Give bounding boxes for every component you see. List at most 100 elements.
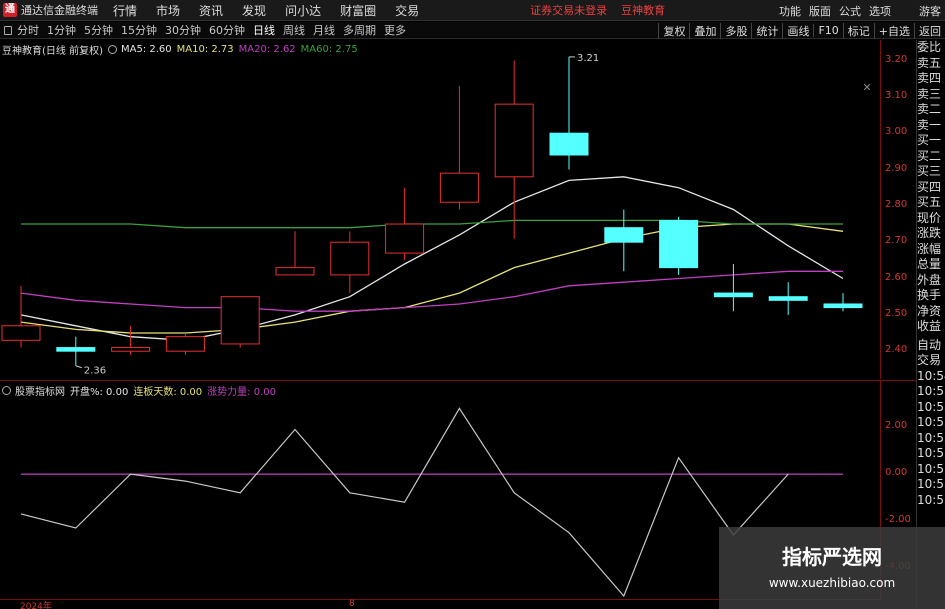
settings-circle-icon[interactable] [107,45,117,54]
menu-item-discover[interactable]: 发现 [242,2,266,19]
candle [604,209,644,272]
side-column-item: 卖五 [917,55,942,70]
menu-item-wealth[interactable]: 财富圈 [340,2,376,19]
price-tick-label: 3.00 [885,126,908,138]
side-column-item: 净资 [917,303,942,318]
period-more[interactable]: 更多 [384,22,406,38]
stock-name-header: 豆神教育 [621,4,666,17]
period-multi[interactable]: 多周期 [343,22,376,38]
watermark-title: 指标严选网 [782,545,882,569]
candle [220,296,260,348]
candle [823,293,863,312]
price-tick-label: 2.40 [885,344,908,356]
side-column-item: 总量 [917,257,942,271]
candle-body [385,223,425,254]
chart-tools: 复权 叠加 多股 统计 画线 F10 标记 +自选 返回 [658,22,945,39]
tool-overlay[interactable]: 叠加 [689,22,720,39]
guest-login[interactable]: 游客 [919,3,941,19]
price-tick-label: 3.20 [885,53,908,65]
period-1min[interactable]: 1分钟 [47,22,76,38]
side-column-item: 10:54 [917,368,945,383]
indicator-tick-label: -2.00 [885,513,911,525]
side-column-item: 卖四 [917,71,942,85]
watermark: 指标严选网 www.xuezhibiao.com [719,527,945,609]
candle [111,325,151,355]
main-chart-title: 豆神教育(日线 前复权) [2,46,103,57]
side-column-item[interactable]: 交易 [917,353,945,369]
side-column-item: 换手 [917,288,942,302]
candle-body [165,336,205,352]
ma5-line [20,176,844,341]
menu-formula[interactable]: 公式 [839,3,861,19]
candle-body [823,303,863,309]
menu-item-news[interactable]: 资讯 [199,2,223,19]
menu-item-market[interactable]: 行情 [113,2,137,19]
period-toolbar: 分时 1分钟 5分钟 15分钟 30分钟 60分钟 日线 周线 月线 多周期 更… [0,22,945,39]
menu-bar: 通 通达信金融终端 行情 市场 资讯 发现 问小达 财富圈 交易 证券交易未登录… [0,0,945,21]
side-column-item: 10:55 [917,415,945,429]
low-marker-line [75,365,82,369]
tool-mark[interactable]: 标记 [842,22,874,39]
period-intraday[interactable]: 分时 [17,22,39,38]
tool-draw[interactable]: 画线 [782,22,813,39]
side-column-item: 卖一 [917,117,942,132]
period-15min[interactable]: 15分钟 [121,22,157,38]
candle [659,216,699,275]
indicator-legend: 股票指标网 开盘%: 0.00 连板天数: 0.00 涨势力量: 0.00 [2,383,281,398]
side-column-item: 买二 [917,148,942,163]
period-weekly[interactable]: 周线 [283,22,305,38]
indicator-name: 股票指标网 [15,387,65,398]
kline-panel[interactable]: 3.21 2.36 豆神教育(日线 前复权) MA5: 2.60 MA10: 2.… [0,40,880,379]
indicator-settings-icon[interactable] [2,386,11,395]
candle [494,60,534,239]
side-column-item: 10:55 [917,492,945,507]
close-icon[interactable]: ✕ [861,82,873,94]
ma60-line [21,219,843,229]
menu-item-exchange[interactable]: 市场 [156,2,180,19]
candle [385,187,425,261]
period-daily[interactable]: 日线 [253,22,275,38]
tool-back[interactable]: 返回 [914,22,945,39]
price-tick-label: 2.90 [885,162,908,174]
candle-body [220,296,260,345]
period-60min[interactable]: 60分钟 [209,22,245,38]
ma10-label: MA10: 2.73 [176,44,234,55]
side-column-item: 10:55 [917,461,945,476]
candle [439,85,479,210]
candle-body [549,132,589,156]
candle-body [111,347,151,352]
tool-add-watchlist[interactable]: +自选 [873,22,914,39]
tool-f10[interactable]: F10 [813,24,842,37]
side-column-item: 涨幅 [917,241,942,256]
watermark-url: www.xuezhibiao.com [768,576,896,590]
side-column-item: 收益 [917,319,942,333]
indicator-tick-label: 0.00 [885,467,908,479]
price-tick-label: 2.70 [885,235,908,247]
menu-function[interactable]: 功能 [779,3,801,19]
menu-item-ask[interactable]: 问小达 [285,2,321,19]
ma20-line [20,270,843,312]
menu-layout[interactable]: 版面 [809,3,831,19]
candle-body [713,292,753,298]
period-5min[interactable]: 5分钟 [84,22,113,38]
ma5-label: MA5: 2.60 [120,44,172,55]
side-column-item: 10:55 [917,399,945,414]
kline-chart[interactable]: 3.21 2.36 [0,40,880,379]
side-column-item: 10:55 [917,384,945,398]
tool-stats[interactable]: 统计 [751,22,782,39]
indicator-tick-label: 2.00 [885,420,908,432]
period-30min[interactable]: 30分钟 [165,22,201,38]
quote-side-column: 委比 卖五 卖四 卖三 卖二 卖一 买一 买二 买三 买四 买五 现价 涨跌 涨幅 总量 外盘 换手 净资 收益 自动… [916,40,945,609]
trade-login-status[interactable]: 证券交易未登录 [530,2,607,18]
menu-item-trade[interactable]: 交易 [395,2,419,19]
lock-icon[interactable] [4,25,12,35]
app-title: 通达信金融终端 [21,4,98,17]
menu-options[interactable]: 选项 [869,3,891,19]
limit-days-label: 连板天数: 0.00 [133,387,203,398]
tool-adjust[interactable]: 复权 [658,22,689,39]
side-column-item[interactable]: 自动 [917,338,945,354]
date-label-month: 8 [349,599,355,609]
period-monthly[interactable]: 月线 [313,22,335,38]
candle-body [494,103,534,178]
tool-multi-stock[interactable]: 多股 [720,22,751,39]
